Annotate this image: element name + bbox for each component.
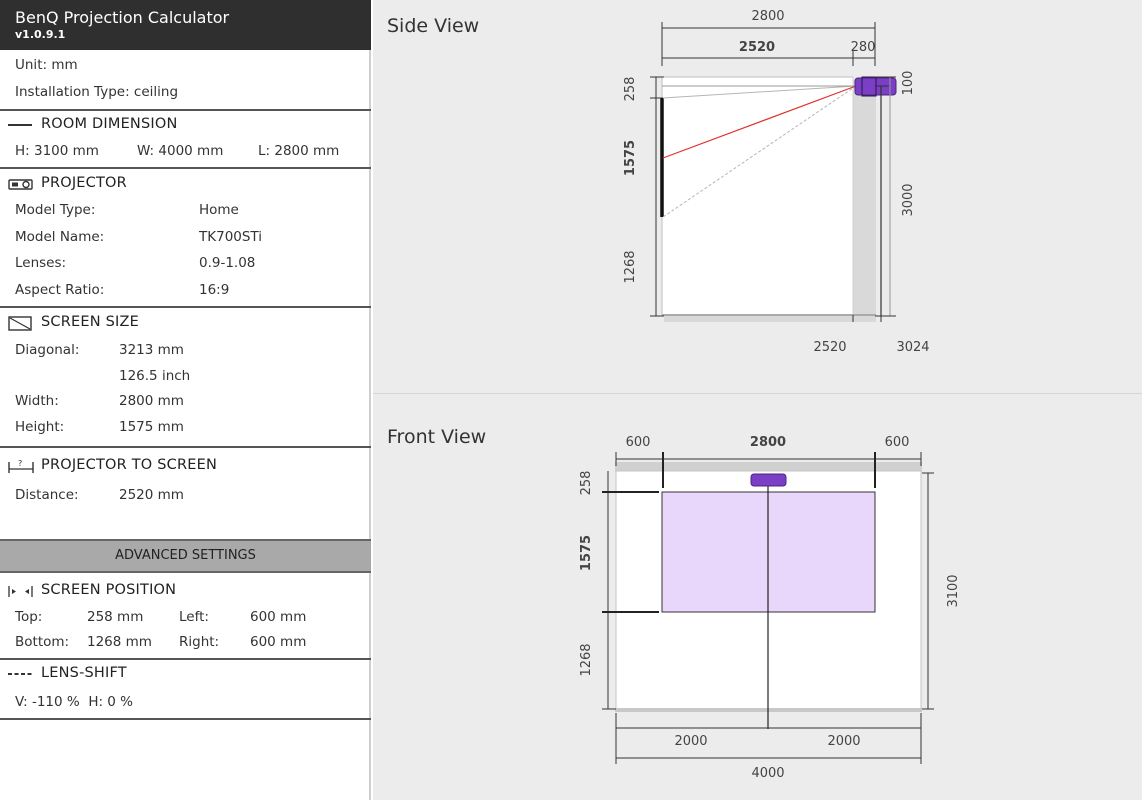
- front-dim-left: 600: [626, 435, 651, 450]
- front-dim-right: 600: [885, 435, 910, 450]
- front-dim-half-right: 2000: [827, 734, 860, 749]
- front-dim-screen-h: 1575: [579, 535, 594, 571]
- front-dim-half-left: 2000: [674, 734, 707, 749]
- front-dim-room-w: 4000: [751, 766, 784, 781]
- projector-front: [750, 473, 787, 487]
- front-dim-top-gap: 258: [579, 471, 594, 496]
- front-view-diagram: 600 2800 600 258 1575 1268 3100 2000 200…: [579, 435, 961, 781]
- front-dim-bottom-gap: 1268: [579, 643, 594, 676]
- front-dim-screen-w: 2800: [750, 435, 786, 450]
- front-dim-room-h: 3100: [946, 574, 961, 607]
